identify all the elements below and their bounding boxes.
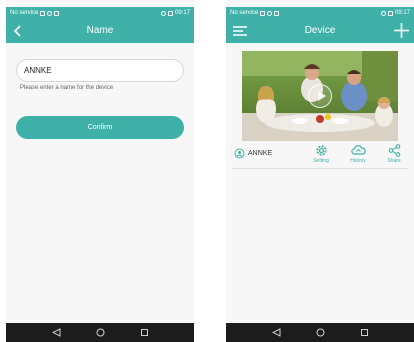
home-circle-icon[interactable]	[315, 328, 325, 338]
recents-square-icon[interactable]	[139, 328, 149, 338]
setting-button[interactable]: Setting	[310, 144, 332, 164]
notification-icon	[54, 10, 60, 16]
add-icon[interactable]	[393, 22, 410, 39]
wifi-icon	[160, 10, 166, 16]
device-status-icon	[234, 148, 245, 159]
confirm-button[interactable]: Confirm	[16, 116, 184, 139]
history-button[interactable]: History	[347, 144, 369, 164]
carrier-text: No service	[230, 10, 259, 16]
status-bar: No service 09:17	[226, 7, 414, 19]
setting-label: Setting	[313, 158, 329, 164]
battery-icon	[167, 10, 173, 16]
status-time: 09:17	[394, 10, 410, 16]
recents-square-icon[interactable]	[359, 328, 369, 338]
input-hint: Please enter a name for the device	[20, 85, 114, 91]
navigation-bar	[226, 323, 414, 342]
cloud-icon	[350, 145, 366, 155]
camera-preview[interactable]	[242, 51, 398, 141]
share-label: Share	[387, 158, 401, 164]
status-bar: No service 09:17	[6, 7, 194, 19]
carrier-text: No service	[10, 10, 39, 16]
back-triangle-icon[interactable]	[271, 328, 281, 338]
device-name: ANNKE	[248, 150, 273, 157]
app-bar: Device	[226, 19, 414, 43]
gear-icon	[315, 145, 327, 156]
device-screen: No service 09:17 Device ANNKE Setting Hi…	[226, 0, 414, 342]
navigation-bar	[6, 323, 194, 342]
name-screen: No service 09:17 Name Please enter a nam…	[6, 0, 194, 342]
history-label: History	[350, 158, 366, 164]
share-icon	[388, 144, 400, 157]
status-time: 09:17	[174, 10, 190, 16]
device-list-item[interactable]: ANNKE Setting History Share	[232, 143, 408, 169]
home-circle-icon[interactable]	[95, 328, 105, 338]
back-triangle-icon[interactable]	[51, 328, 61, 338]
notification-icon	[260, 10, 266, 16]
app-bar: Name	[6, 19, 194, 43]
notification-icon	[47, 10, 53, 16]
device-name-input[interactable]	[16, 59, 184, 82]
notification-icon	[274, 10, 280, 16]
play-button[interactable]	[308, 84, 332, 108]
wifi-icon	[380, 10, 386, 16]
share-button[interactable]: Share	[383, 144, 405, 164]
notification-icon	[267, 10, 273, 16]
page-title: Device	[304, 25, 336, 36]
notification-icon	[40, 10, 46, 16]
page-title: Name	[86, 25, 114, 36]
battery-icon	[387, 10, 393, 16]
